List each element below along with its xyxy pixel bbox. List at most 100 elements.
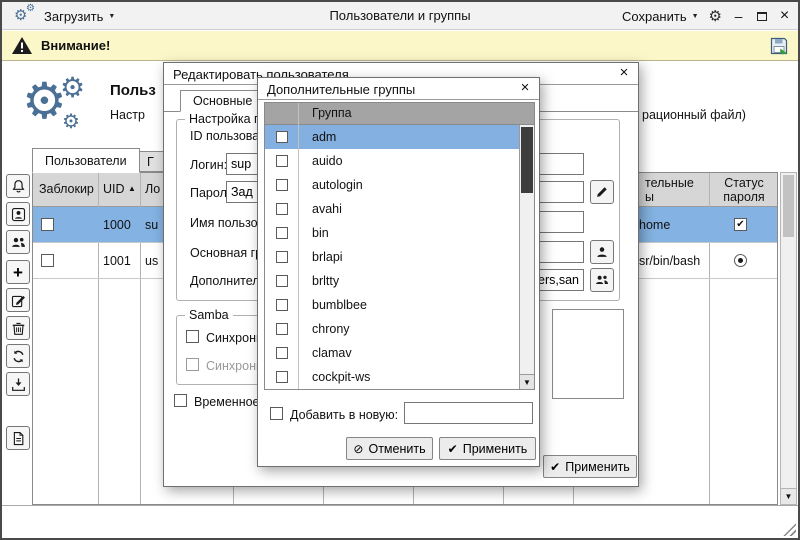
- toolbar-import-button[interactable]: [6, 372, 30, 396]
- group-row[interactable]: auido: [265, 149, 519, 173]
- dialog-close-button[interactable]: ×: [518, 80, 532, 96]
- resize-grip[interactable]: [780, 520, 796, 536]
- add-new-group-label: Добавить в новую:: [290, 408, 398, 422]
- group-row[interactable]: bumblbee: [265, 293, 519, 317]
- check-icon: ✔: [736, 220, 744, 230]
- column-header-groups[interactable]: тельныеы: [645, 176, 694, 204]
- toolbar-user-button[interactable]: [6, 202, 30, 226]
- row-blocked-checkbox[interactable]: [41, 254, 54, 267]
- fieldset-legend: Samba: [185, 308, 233, 322]
- group-label: cockpit-ws: [312, 365, 370, 389]
- column-header-uid[interactable]: UID ▲: [103, 182, 136, 196]
- user-icon: [595, 245, 609, 259]
- password-status-checkbox[interactable]: ✔: [734, 218, 747, 231]
- edit-icon: [11, 293, 26, 308]
- dialog-titlebar: Дополнительные группы ×: [258, 78, 539, 100]
- groups-header-line1: тельные: [645, 176, 694, 190]
- cancel-button[interactable]: ⊘ Отменить: [346, 437, 433, 460]
- app-window: ⚙ ⚙ Загрузить ▼ Пользователи и группы Со…: [0, 0, 800, 540]
- tab-users[interactable]: Пользователи: [32, 148, 140, 173]
- warning-bar: Внимание!: [2, 31, 798, 61]
- apply-button[interactable]: ✔ Применить: [439, 437, 536, 460]
- group-checkbox[interactable]: [276, 347, 288, 359]
- uid-cell: 1001: [103, 243, 131, 279]
- group-checkbox[interactable]: [276, 227, 288, 239]
- settings-gear-button[interactable]: ⚙: [709, 9, 722, 24]
- arrow-down-icon: ▼: [785, 492, 793, 501]
- toolbar-edit-button[interactable]: [6, 288, 30, 312]
- scrollbar-down-button[interactable]: ▼: [781, 488, 796, 504]
- uid-header-label: UID: [103, 182, 125, 196]
- group-row[interactable]: clamav: [265, 341, 519, 365]
- toolbar-add-button[interactable]: +: [6, 260, 30, 284]
- group-checkbox[interactable]: [276, 275, 288, 287]
- group-checkbox[interactable]: [276, 155, 288, 167]
- group-row[interactable]: brlapi: [265, 245, 519, 269]
- tab-groups-label: Г: [147, 155, 154, 169]
- group-label: brltty: [312, 269, 339, 293]
- vertical-scrollbar[interactable]: ▼: [780, 172, 797, 505]
- status-bar: [2, 505, 798, 538]
- extra-groups-pick-button[interactable]: [590, 268, 614, 292]
- dialog-close-button[interactable]: ×: [617, 65, 631, 81]
- group-row[interactable]: autologin: [265, 173, 519, 197]
- scrollbar-down-button[interactable]: ▼: [520, 374, 534, 389]
- group-checkbox[interactable]: [276, 203, 288, 215]
- group-row[interactable]: avahi: [265, 197, 519, 221]
- logo-gear-medium-icon: ⚙: [60, 74, 85, 102]
- group-row[interactable]: brltty: [265, 269, 519, 293]
- row-blocked-checkbox[interactable]: [41, 218, 54, 231]
- temp-account-checkbox[interactable]: [174, 394, 187, 407]
- bell-icon: [11, 179, 26, 194]
- users-icon: [11, 235, 26, 250]
- minimize-button[interactable]: –: [732, 9, 745, 23]
- column-header-blocked[interactable]: Заблокир: [39, 182, 94, 196]
- group-checkbox[interactable]: [276, 371, 288, 383]
- group-checkbox[interactable]: [276, 179, 288, 191]
- add-new-group-checkbox[interactable]: [270, 407, 283, 420]
- toolbar-notifications-button[interactable]: [6, 174, 30, 198]
- sync-password-checkbox[interactable]: [186, 330, 199, 343]
- group-row[interactable]: bin: [265, 221, 519, 245]
- group-label: adm: [312, 125, 336, 149]
- group-checkbox[interactable]: [276, 323, 288, 335]
- group-checkbox[interactable]: [276, 251, 288, 263]
- login-cell: su: [145, 207, 158, 243]
- temp-account-label: Временное: [194, 395, 260, 409]
- group-list: Группа adm auido autologin avahi bin brl…: [264, 102, 535, 390]
- add-new-group-input[interactable]: [404, 402, 533, 424]
- fieldset-legend: Настройка п: [185, 112, 265, 126]
- maximize-icon: [757, 12, 767, 21]
- group-checkbox[interactable]: [276, 131, 288, 143]
- group-checkbox[interactable]: [276, 299, 288, 311]
- maximize-button[interactable]: [755, 9, 768, 23]
- toolbar-delete-button[interactable]: [6, 316, 30, 340]
- toolbar-refresh-button[interactable]: [6, 344, 30, 368]
- column-header-login[interactable]: Ло: [145, 182, 160, 196]
- login-label: Логин:: [190, 158, 227, 172]
- cancel-label: Отменить: [368, 442, 425, 456]
- save-menu-button[interactable]: Сохранить ▼: [622, 2, 699, 30]
- primary-group-pick-button[interactable]: [590, 240, 614, 264]
- groups-list-box[interactable]: [552, 309, 624, 399]
- scrollbar-thumb[interactable]: [783, 175, 794, 237]
- groups-header-line2: ы: [645, 190, 694, 204]
- group-row[interactable]: adm: [265, 125, 519, 149]
- toolbar-report-button[interactable]: [6, 426, 30, 450]
- password-status-radio[interactable]: [734, 254, 747, 267]
- gear-icon: ⚙: [709, 8, 722, 25]
- toolbar-groups-button[interactable]: [6, 230, 30, 254]
- scrollbar-thumb[interactable]: [521, 127, 533, 193]
- column-divider: [298, 103, 299, 389]
- column-header-status[interactable]: Статуспароля: [709, 176, 779, 204]
- close-button[interactable]: ×: [778, 8, 791, 24]
- apply-button[interactable]: ✔ Применить: [543, 455, 637, 478]
- group-row[interactable]: chrony: [265, 317, 519, 341]
- vertical-scrollbar[interactable]: ▼: [519, 125, 534, 389]
- save-config-button[interactable]: [769, 36, 789, 56]
- group-row[interactable]: cockpit-ws: [265, 365, 519, 389]
- password-edit-button[interactable]: [590, 180, 614, 204]
- sync-password2-checkbox[interactable]: [186, 358, 199, 371]
- group-label: chrony: [312, 317, 350, 341]
- tab-basic[interactable]: Основные: [180, 90, 265, 112]
